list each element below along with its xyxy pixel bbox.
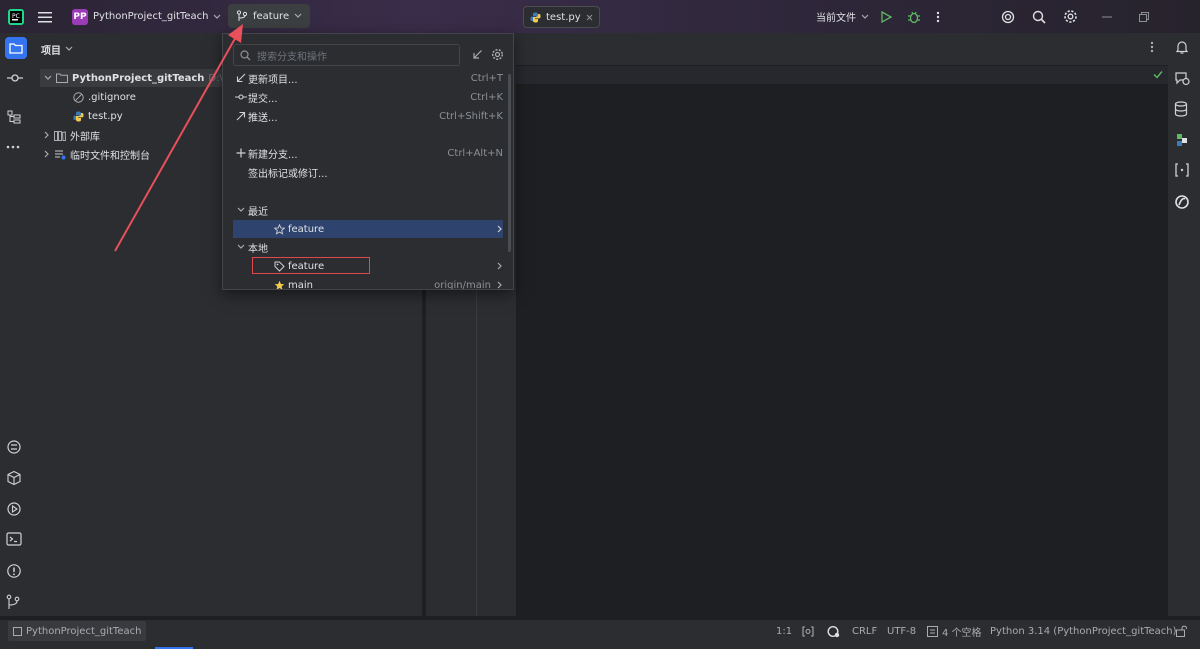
status-project-crumb[interactable]: PythonProject_gitTeach	[8, 621, 147, 641]
arrow-head	[228, 24, 243, 43]
arrow-shaft	[114, 34, 238, 252]
module-icon	[13, 626, 22, 636]
indent-icon	[927, 625, 938, 637]
status-bar: PythonProject_gitTeach 1:1 CRLF UTF-8 4 …	[0, 620, 1200, 649]
status-interpreter[interactable]: Python 3.14 (PythonProject_gitTeach)	[990, 620, 1177, 642]
unlock-icon	[1176, 625, 1187, 637]
interpreter-label: Python 3.14 (PythonProject_gitTeach)	[990, 625, 1177, 637]
ai-swirl-icon	[827, 625, 840, 638]
indent-label: 4 个空格	[942, 627, 982, 639]
status-caret-position[interactable]: 1:1	[776, 620, 792, 642]
status-lock-button[interactable]	[1176, 620, 1187, 642]
annotation-arrow	[114, 24, 243, 252]
status-line-separator[interactable]: CRLF	[852, 620, 877, 642]
status-ai-button[interactable]	[802, 620, 814, 642]
encoding-label: UTF-8	[887, 625, 917, 637]
status-indent[interactable]: 4 个空格	[927, 620, 982, 642]
status-project-name: PythonProject_gitTeach	[26, 625, 142, 637]
line-separator-label: CRLF	[852, 625, 878, 637]
caret-position-label: 1:1	[776, 625, 793, 637]
ai-brackets-icon	[802, 625, 814, 637]
status-encoding[interactable]: UTF-8	[887, 620, 916, 642]
status-ai-assistant[interactable]	[827, 620, 840, 642]
